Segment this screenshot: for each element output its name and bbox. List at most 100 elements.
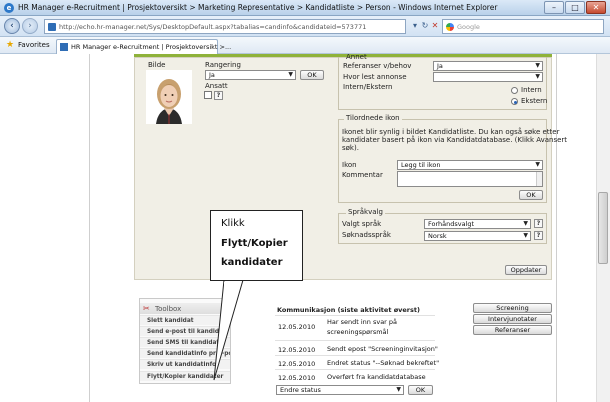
icon-ok-button[interactable]: OK (519, 190, 543, 200)
communication-divider (275, 340, 435, 341)
interview-notes-button[interactable]: Intervjunotater (473, 314, 552, 324)
candidate-photo (146, 70, 192, 124)
references-select[interactable]: Ja ▼ (433, 61, 543, 71)
chosen-language-value: Forhåndsvalgt (428, 220, 475, 228)
chosen-language-help-icon[interactable]: ? (534, 219, 543, 228)
screening-button[interactable]: Screening (473, 303, 552, 313)
url-text: http://echo.hr-manager.net/Sys/DesktopDe… (59, 23, 367, 31)
icon-select[interactable]: Legg til ikon ▼ (397, 160, 543, 170)
comm-row-2-text: Sendt epost "Screeninginvitasjon" (327, 345, 438, 353)
references-value: Ja (437, 62, 443, 70)
google-icon (446, 23, 454, 31)
callout-joint (224, 282, 241, 285)
comment-textarea[interactable] (397, 171, 543, 187)
radio-ekstern[interactable] (511, 98, 518, 105)
rating-label: Rangering (205, 61, 241, 69)
favorites-star-icon[interactable]: ★ (6, 40, 14, 50)
back-button[interactable]: ‹ (4, 18, 20, 34)
application-language-label: Søknadsspråk (342, 231, 391, 239)
annet-legend: Annet (346, 53, 367, 61)
toolbox-header: ✂ Toolbox (140, 303, 230, 314)
site-favicon-icon (48, 23, 56, 31)
toolbox-item-send-email[interactable]: Send e-post til kandidat (140, 326, 230, 336)
browser-tab[interactable]: HR Manager e-Recruitment | Prosjektovers… (56, 39, 231, 54)
comm-row-2-date: 12.05.2010 (278, 346, 316, 354)
change-status-ok-button[interactable]: OK (408, 385, 433, 395)
chevron-down-icon: ▼ (535, 73, 540, 80)
address-bar: ‹ › http://echo.hr-manager.net/Sys/Deskt… (0, 16, 610, 37)
callout-line-1: Klikk (221, 218, 245, 229)
tab-label: HR Manager e-Recruitment | Prosjektovers… (71, 43, 232, 51)
application-language-value: Norsk (428, 232, 447, 240)
comm-row-1-date: 12.05.2010 (278, 323, 316, 331)
employed-label: Ansatt (205, 82, 228, 90)
icon-description-1: Ikonet blir synlig i bildet Kandidatlist… (342, 128, 560, 136)
toolbox-item-move-copy-candidates[interactable]: Flytt/Kopier kandidater (140, 371, 230, 381)
communication-header: Kommunikasjon (siste aktivitet øverst) (277, 306, 420, 314)
callout-line-3: kandidater (221, 257, 283, 268)
references-label: Referanser v/behov (343, 62, 412, 70)
rating-ok-button[interactable]: OK (300, 70, 324, 80)
comm-row-1-text-2: screeningspørsmål (327, 328, 389, 336)
photo-label: Bilde (148, 61, 166, 69)
employed-help-icon[interactable]: ? (214, 91, 223, 100)
ad-read-select[interactable]: ▼ (433, 72, 543, 82)
radio-intern[interactable] (511, 87, 518, 94)
radio-intern-label: Intern (521, 86, 542, 94)
toolbox-item-print-info[interactable]: Skriv ut kandidatinfo (140, 359, 230, 369)
references-button[interactable]: Referanser (473, 325, 552, 335)
callout-line-2: Flytt/Kopier (221, 238, 288, 249)
favorites-button[interactable]: Favorites (18, 41, 50, 49)
icon-value: Legg til ikon (401, 161, 441, 169)
communication-divider (275, 315, 435, 316)
refresh-icon[interactable]: ↻ (420, 21, 430, 31)
window-title: HR Manager e-Recruitment | Prosjektovers… (18, 3, 498, 12)
chevron-down-icon: ▼ (523, 232, 528, 239)
chevron-down-icon: ▼ (535, 161, 540, 168)
compatibility-icon[interactable]: ▾ (410, 21, 420, 31)
forward-button[interactable]: › (22, 18, 38, 34)
icon-legend: Tilordnede ikon (344, 114, 402, 122)
update-button[interactable]: Oppdater (505, 265, 547, 275)
communication-divider (275, 355, 435, 356)
search-input[interactable]: Google (442, 19, 604, 34)
comm-row-1-text-1: Har sendt inn svar på (327, 318, 398, 326)
communication-divider (275, 369, 435, 370)
close-window-button[interactable]: ✕ (586, 1, 606, 14)
rating-value: Ja (209, 71, 215, 79)
rating-select[interactable]: Ja ▼ (205, 70, 296, 80)
toolbox-item-delete-candidate[interactable]: Slett kandidat (140, 315, 230, 325)
icon-label: Ikon (342, 161, 357, 169)
minimize-button[interactable]: – (544, 1, 564, 14)
stop-icon[interactable]: ✕ (430, 21, 440, 31)
chevron-down-icon: ▼ (535, 62, 540, 69)
application-language-help-icon[interactable]: ? (534, 231, 543, 240)
comm-row-4-date: 12.05.2010 (278, 374, 316, 382)
ad-read-label: Hvor lest annonse (343, 73, 407, 81)
chevron-down-icon: ▼ (396, 386, 401, 393)
change-status-value: Endre status (280, 386, 321, 394)
ie-logo-icon: e (4, 3, 14, 13)
url-input[interactable]: http://echo.hr-manager.net/Sys/DesktopDe… (44, 19, 406, 34)
comm-row-3-date: 12.05.2010 (278, 360, 316, 368)
scrollbar-thumb[interactable] (598, 192, 608, 264)
language-legend: Språkvalg (346, 208, 385, 216)
window-title-bar: e HR Manager e-Recruitment | Prosjektove… (0, 0, 610, 16)
icon-description-3: søk). (342, 144, 359, 152)
change-status-select[interactable]: Endre status ▼ (276, 385, 404, 395)
chosen-language-select[interactable]: Forhåndsvalgt ▼ (424, 219, 531, 229)
comm-row-3-text: Endret status "--Søknad bekreftet" (327, 359, 440, 367)
chevron-down-icon: ▼ (288, 71, 293, 78)
comment-label: Kommentar (342, 171, 383, 179)
toolbox-item-send-info-email[interactable]: Send kandidatinfo pr e-post (140, 348, 230, 358)
comm-row-4-text: Overført fra kandidatdatabase (327, 373, 426, 381)
toolbox-item-send-sms[interactable]: Send SMS til kandidat (140, 337, 230, 347)
application-language-select[interactable]: Norsk ▼ (424, 231, 531, 241)
radio-ekstern-label: Ekstern (521, 97, 548, 105)
textarea-scrollbar[interactable] (536, 172, 542, 186)
tab-favicon-icon (60, 43, 68, 51)
maximize-button[interactable]: □ (565, 1, 585, 14)
employed-checkbox[interactable] (204, 91, 212, 99)
icon-description-2: kandidater basert på ikon via Kandidatda… (342, 136, 568, 144)
toolbox-icon: ✂ (143, 304, 150, 313)
